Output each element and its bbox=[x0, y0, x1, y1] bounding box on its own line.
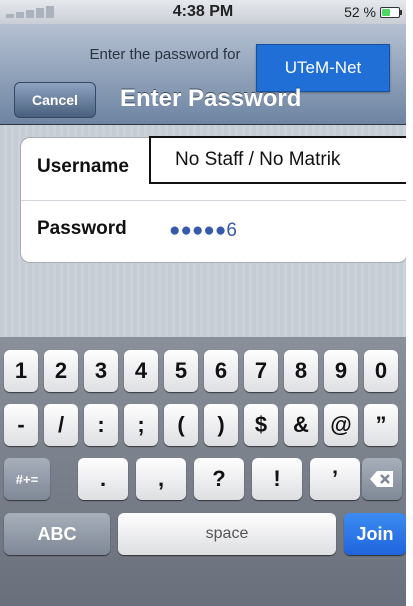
key-space[interactable]: space bbox=[118, 513, 336, 555]
key-2[interactable]: 2 bbox=[44, 350, 78, 392]
key-semicolon[interactable]: ; bbox=[124, 404, 158, 446]
battery-percent: 52 % bbox=[344, 4, 376, 20]
battery-icon bbox=[380, 7, 402, 18]
backspace-icon bbox=[370, 471, 393, 487]
key-apostrophe[interactable]: ’ bbox=[310, 458, 360, 500]
key-at[interactable]: @ bbox=[324, 404, 358, 446]
key-4[interactable]: 4 bbox=[124, 350, 158, 392]
username-row: Username No Staff / No Matrik bbox=[21, 136, 406, 201]
key-quote[interactable]: ” bbox=[364, 404, 398, 446]
key-hyphen[interactable]: - bbox=[4, 404, 38, 446]
keyboard: 1 2 3 4 5 6 7 8 9 0 - / : ; ( ) $ & @ ” … bbox=[0, 337, 406, 606]
navigation-bar: Enter the password for UTeM-Net Cancel E… bbox=[0, 24, 406, 125]
key-colon[interactable]: : bbox=[84, 404, 118, 446]
key-8[interactable]: 8 bbox=[284, 350, 318, 392]
username-label: Username bbox=[37, 156, 129, 177]
key-0[interactable]: 0 bbox=[364, 350, 398, 392]
key-exclamation[interactable]: ! bbox=[252, 458, 302, 500]
key-open-paren[interactable]: ( bbox=[164, 404, 198, 446]
delete-key[interactable] bbox=[362, 458, 402, 500]
key-5[interactable]: 5 bbox=[164, 350, 198, 392]
password-row: Password ●●●●●6 bbox=[21, 200, 406, 262]
cancel-button[interactable]: Cancel bbox=[14, 82, 96, 118]
password-field[interactable]: ●●●●●6 bbox=[169, 220, 237, 242]
key-7[interactable]: 7 bbox=[244, 350, 278, 392]
key-close-paren[interactable]: ) bbox=[204, 404, 238, 446]
key-slash[interactable]: / bbox=[44, 404, 78, 446]
key-1[interactable]: 1 bbox=[4, 350, 38, 392]
form-area: Username No Staff / No Matrik Password ●… bbox=[0, 125, 406, 367]
key-comma[interactable]: , bbox=[136, 458, 186, 500]
key-6[interactable]: 6 bbox=[204, 350, 238, 392]
key-dollar[interactable]: $ bbox=[244, 404, 278, 446]
key-period[interactable]: . bbox=[78, 458, 128, 500]
status-bar: 4:38 PM 52 % bbox=[0, 0, 406, 24]
key-9[interactable]: 9 bbox=[324, 350, 358, 392]
key-3[interactable]: 3 bbox=[84, 350, 118, 392]
join-button[interactable]: Join bbox=[344, 513, 406, 555]
credentials-table: Username No Staff / No Matrik Password ●… bbox=[20, 136, 406, 263]
wifi-password-screen: 4:38 PM 52 % Enter the password for UTeM… bbox=[0, 0, 406, 606]
key-question[interactable]: ? bbox=[194, 458, 244, 500]
password-label: Password bbox=[37, 218, 127, 239]
username-field[interactable]: No Staff / No Matrik bbox=[149, 136, 406, 184]
key-ampersand[interactable]: & bbox=[284, 404, 318, 446]
page-title: Enter Password bbox=[120, 85, 302, 112]
key-symbols-toggle[interactable]: #+= bbox=[4, 458, 50, 500]
key-abc-mode[interactable]: ABC bbox=[4, 513, 110, 555]
